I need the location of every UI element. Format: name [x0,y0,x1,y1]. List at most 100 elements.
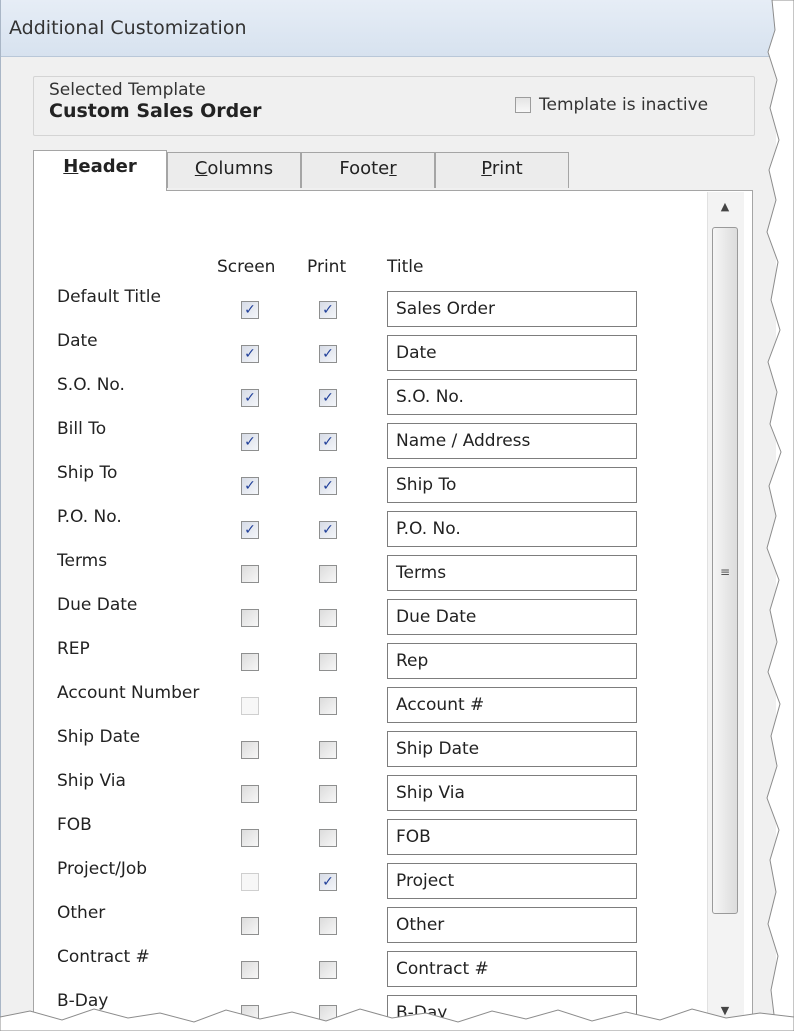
print-checkbox[interactable] [319,785,337,803]
field-row: Due Date Due Date [1,595,701,635]
field-row: Account Number Account # [1,683,701,723]
screen-checkbox[interactable]: ✓ [241,345,259,363]
print-checkbox[interactable]: ✓ [319,301,337,319]
screen-checkbox[interactable] [241,785,259,803]
tab-columns-text-b: olumns [207,158,274,179]
torn-edge-right [766,0,794,1031]
field-label: Terms [57,551,108,571]
screen-checkbox[interactable] [241,961,259,979]
checkmark-icon: ✓ [322,478,334,494]
print-checkbox[interactable]: ✓ [319,873,337,891]
print-checkbox[interactable]: ✓ [319,433,337,451]
checkmark-icon: ✓ [244,346,256,362]
field-label: Project/Job [57,859,148,879]
tab-footer-mnemonic: r [389,158,397,179]
field-label: Default Title [57,287,161,307]
title-input[interactable]: Terms [387,555,637,591]
checkmark-icon: ✓ [322,434,334,450]
print-checkbox[interactable]: ✓ [319,345,337,363]
print-checkbox[interactable] [319,961,337,979]
tab-columns-mnemonic: C [194,158,208,179]
title-input[interactable]: Account # [387,687,637,723]
field-label: Other [57,903,106,923]
screen-checkbox[interactable]: ✓ [241,433,259,451]
print-checkbox[interactable] [319,741,337,759]
checkmark-icon: ✓ [244,302,256,318]
tab-print-mnemonic: P [481,158,492,179]
tab-header[interactable]: Header [33,150,167,191]
screen-checkbox[interactable] [241,653,259,671]
checkmark-icon: ✓ [322,346,334,362]
print-checkbox[interactable]: ✓ [319,477,337,495]
print-checkbox[interactable] [319,609,337,627]
selected-template-label: Selected Template [49,80,206,100]
screen-checkbox[interactable] [241,565,259,583]
field-label: Ship Via [57,771,126,791]
tab-footer[interactable]: Footer [301,152,435,188]
field-label: FOB [57,815,92,835]
title-bar[interactable]: Additional Customization [1,0,776,57]
tab-header-mnemonic: H [63,156,79,177]
screen-checkbox[interactable]: ✓ [241,389,259,407]
screen-checkbox[interactable] [241,917,259,935]
field-label: Due Date [57,595,138,615]
title-input[interactable]: Ship Via [387,775,637,811]
screen-checkbox[interactable] [241,829,259,847]
screen-checkbox [241,697,259,715]
checkmark-icon: ✓ [322,874,334,890]
field-label: Ship Date [57,727,141,747]
screen-checkbox[interactable] [241,741,259,759]
title-input[interactable]: Ship To [387,467,637,503]
checkmark-icon: ✓ [244,522,256,538]
field-label: Ship To [57,463,118,483]
print-checkbox[interactable] [319,829,337,847]
field-label: Bill To [57,419,107,439]
field-row: FOB FOB [1,815,701,855]
field-row: Default Title ✓ ✓ Sales Order [1,287,701,327]
title-input[interactable]: Project [387,863,637,899]
print-checkbox[interactable] [319,653,337,671]
print-checkbox[interactable]: ✓ [319,389,337,407]
screen-checkbox[interactable]: ✓ [241,301,259,319]
field-row: Contract # Contract # [1,947,701,987]
print-checkbox[interactable]: ✓ [319,521,337,539]
tab-print[interactable]: Print [435,152,569,188]
print-checkbox[interactable] [319,917,337,935]
screen-checkbox[interactable] [241,609,259,627]
checkmark-icon: ✓ [244,478,256,494]
field-row: Other Other [1,903,701,943]
screen-checkbox [241,873,259,891]
template-inactive-label: Template is inactive [539,95,709,115]
template-inactive-checkbox[interactable]: Template is inactive [515,94,708,116]
column-header-screen: Screen [217,257,276,277]
title-input[interactable]: Ship Date [387,731,637,767]
print-checkbox[interactable] [319,697,337,715]
title-input[interactable]: S.O. No. [387,379,637,415]
print-checkbox[interactable] [319,565,337,583]
field-row: Ship Via Ship Via [1,771,701,811]
checkmark-icon: ✓ [322,522,334,538]
template-inactive-box[interactable] [515,97,531,113]
field-label: S.O. No. [57,375,125,395]
title-input[interactable]: Name / Address [387,423,637,459]
title-input[interactable]: Other [387,907,637,943]
scroll-up-arrow-icon[interactable]: ▲ [711,196,739,218]
scroll-grip-icon: ≡ [719,565,731,579]
title-input[interactable]: P.O. No. [387,511,637,547]
checkmark-icon: ✓ [244,434,256,450]
field-row: Terms Terms [1,551,701,591]
tab-print-text-b: rint [491,158,523,179]
screen-checkbox[interactable]: ✓ [241,521,259,539]
title-input[interactable]: Date [387,335,637,371]
field-row: REP Rep [1,639,701,679]
title-input[interactable]: Contract # [387,951,637,987]
checkmark-icon: ✓ [322,390,334,406]
tab-columns[interactable]: Columns [167,152,301,188]
screen-checkbox[interactable]: ✓ [241,477,259,495]
field-label: Date [57,331,98,351]
title-input[interactable]: FOB [387,819,637,855]
title-input[interactable]: Due Date [387,599,637,635]
field-row: Ship To ✓ ✓ Ship To [1,463,701,503]
title-input[interactable]: Rep [387,643,637,679]
title-input[interactable]: Sales Order [387,291,637,327]
